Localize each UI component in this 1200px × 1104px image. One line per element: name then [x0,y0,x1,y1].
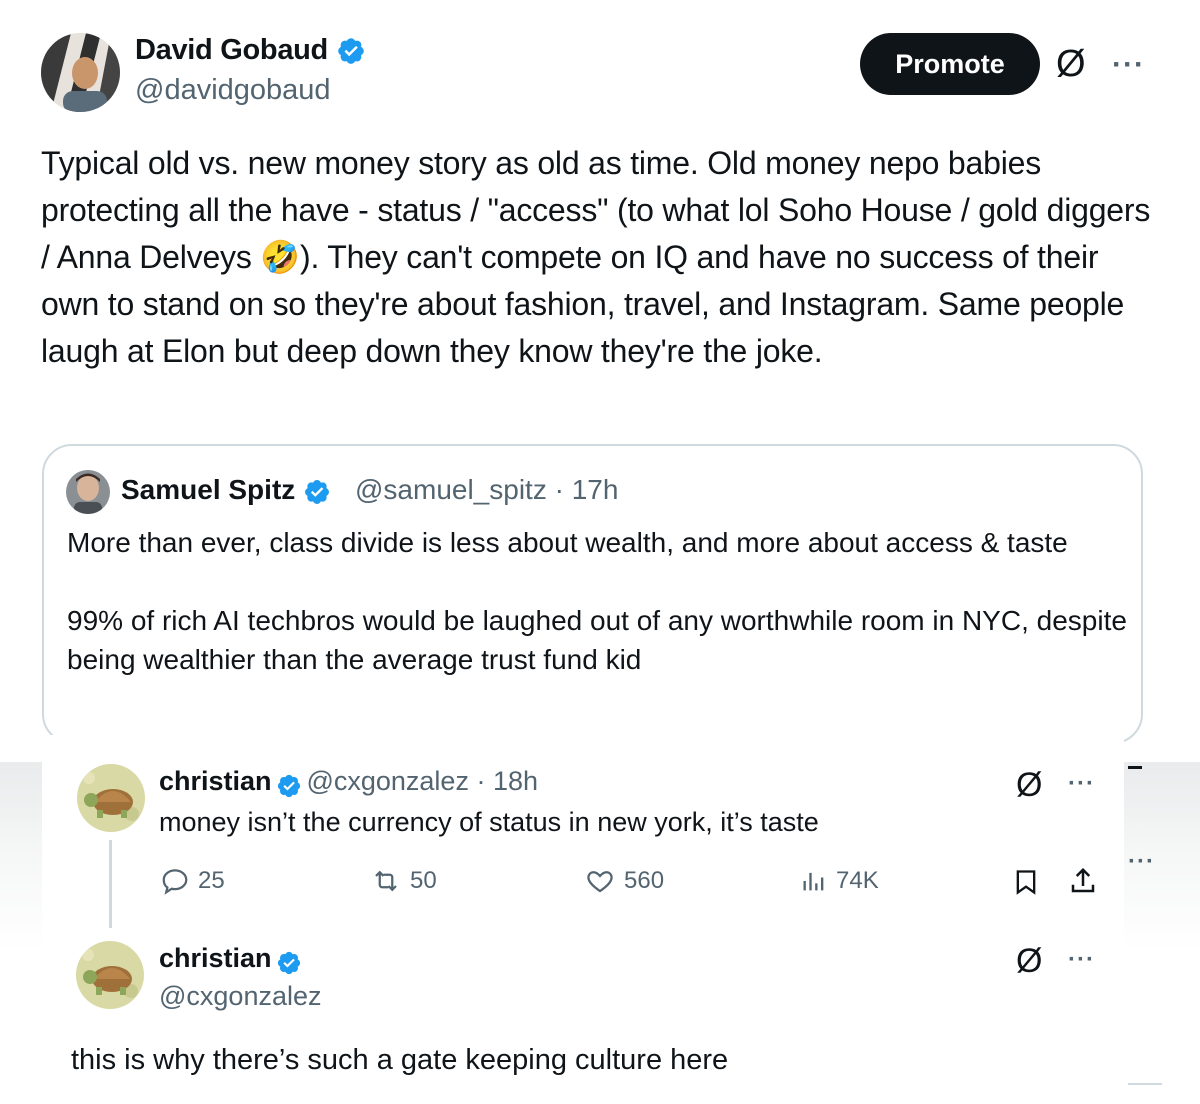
reply-count: 25 [198,867,225,894]
reply-text: money isn’t the currency of status in ne… [159,807,819,837]
bookmark-button[interactable] [1012,867,1040,902]
share-button[interactable] [1068,866,1098,901]
quote-paragraph: 99% of rich AI techbros would be laughed… [67,605,1127,675]
more-icon[interactable]: ··· [1068,948,1095,972]
reply-author-avatar[interactable] [76,941,144,1009]
share-icon [1071,867,1095,893]
author-avatar[interactable] [41,33,120,112]
repost-count: 50 [410,867,437,894]
more-icon[interactable]: ··· [1112,50,1145,80]
reply-author-line[interactable]: christian [159,943,302,976]
quote-time: 17h [571,474,619,505]
more-icon[interactable]: ··· [1128,850,1155,874]
author-name[interactable]: David Gobaud [135,34,366,67]
verified-badge-icon [305,479,330,504]
reply-author-name: christian [159,766,272,796]
reply-author-name: christian [159,943,272,973]
reply-button[interactable]: 25 [160,866,225,896]
post-text: Typical old vs. new money story as old a… [41,145,1151,369]
promote-button[interactable]: Promote [860,33,1040,95]
quote-author-handle[interactable]: @samuel_spitz · 17h [355,474,618,506]
overlay-divider [1128,766,1142,769]
reply-time: 18h [492,766,539,796]
views-icon [803,872,824,891]
verified-badge-icon [277,774,301,797]
turtle-avatar-image [77,764,145,832]
like-count: 560 [624,867,665,894]
more-icon[interactable]: ··· [1068,772,1095,796]
quote-paragraph: More than ever, class divide is less abo… [67,527,1068,558]
quote-avatar-image [66,470,110,514]
reply-icon [162,869,188,895]
reply-text: this is why there’s such a gate keeping … [71,1044,729,1076]
author-handle[interactable]: @davidgobaud [135,74,331,107]
quote-text: More than ever, class divide is less abo… [67,523,1127,718]
like-button[interactable]: 560 [584,866,664,896]
bookmark-icon [1016,870,1036,895]
views-count: 74K [836,867,879,894]
thread-line [109,840,112,928]
reply-author-handle: @cxgonzalez [306,766,469,796]
heart-icon [587,871,613,893]
grok-icon[interactable]: Ø [1016,944,1042,978]
reply-author-avatar[interactable] [77,764,145,832]
repost-icon [375,870,397,892]
author-avatar-image [41,33,120,112]
turtle-avatar-image [76,941,144,1009]
quote-author-avatar[interactable] [66,470,110,514]
views-button[interactable]: 74K [800,866,879,896]
grok-icon[interactable]: Ø [1016,768,1042,802]
quote-author-name[interactable]: Samuel Spitz [121,474,331,506]
verified-badge-icon [337,38,364,65]
reply-author-line[interactable]: christian @cxgonzalez · 18h [159,766,538,799]
grok-icon[interactable]: Ø [1056,45,1086,83]
overlay-divider [1128,1083,1162,1085]
repost-button[interactable]: 50 [370,866,437,896]
reply-author-handle[interactable]: @cxgonzalez [159,981,322,1012]
verified-badge-icon [277,951,301,974]
